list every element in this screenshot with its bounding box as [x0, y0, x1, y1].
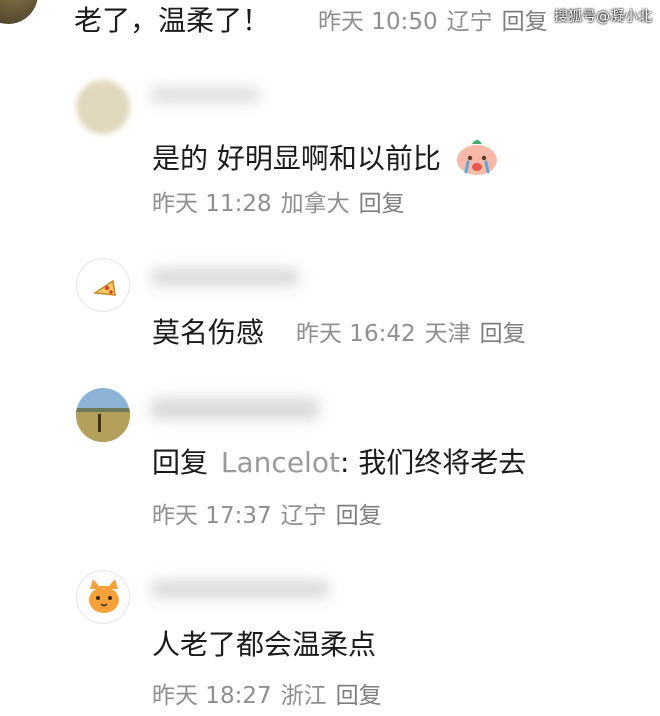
comment-text: 是的 好明显啊和以前比: [152, 136, 500, 184]
username-blurred[interactable]: [150, 580, 330, 598]
reply-button[interactable]: 回复: [480, 321, 526, 347]
comment-location: 辽宁: [280, 503, 327, 529]
avatar[interactable]: [76, 570, 130, 624]
username-blurred[interactable]: [150, 268, 300, 286]
comment-time: 昨天 18:27: [152, 683, 272, 709]
comment-text: 回复 Lancelot: 我们终将老去: [152, 446, 526, 480]
cat-face-icon: [89, 579, 119, 613]
comment-location: 天津: [424, 321, 471, 347]
crying-baby-emoji-icon: [454, 136, 500, 184]
reply-button[interactable]: 回复: [336, 683, 382, 709]
avatar[interactable]: [76, 388, 130, 442]
comment-text-body: : 我们终将老去: [339, 446, 527, 479]
watermark: 搜狐号@凝小北: [554, 9, 652, 25]
username-blurred[interactable]: [150, 88, 260, 102]
comment-text: 莫名伤感: [152, 316, 265, 349]
comment-time: 昨天 16:42: [296, 321, 416, 347]
avatar[interactable]: [76, 258, 130, 312]
reply-prefix: 回复: [152, 446, 209, 479]
comment-text: 老了，温柔了！: [74, 4, 271, 37]
landscape-photo-icon: [76, 388, 130, 442]
comment-meta: 昨天 16:42 天津 回复: [296, 320, 535, 348]
comment-location: 加拿大: [280, 191, 350, 217]
comment-meta: 昨天 18:27 浙江 回复: [152, 682, 391, 710]
pizza-icon: [92, 279, 116, 296]
reply-button[interactable]: 回复: [502, 9, 548, 35]
mention-username[interactable]: Lancelot: [221, 446, 340, 479]
comment-time: 昨天 11:28: [152, 191, 272, 217]
comment-meta: 昨天 17:37 辽宁 回复: [152, 502, 391, 530]
reply-button[interactable]: 回复: [359, 191, 405, 217]
comment-location: 浙江: [280, 683, 327, 709]
avatar[interactable]: [0, 0, 38, 24]
comment-text: 人老了都会温柔点: [152, 628, 377, 661]
comment-meta: 昨天 11:28 加拿大 回复: [152, 190, 414, 218]
comment-text-body: 是的 好明显啊和以前比: [152, 142, 441, 175]
comment-time: 昨天 17:37: [152, 503, 272, 529]
avatar-blurred[interactable]: [76, 80, 130, 134]
comment-meta: 昨天 10:50 辽宁 回复: [318, 8, 557, 36]
comment-time: 昨天 10:50: [318, 9, 438, 35]
username-blurred[interactable]: [150, 398, 320, 420]
reply-button[interactable]: 回复: [336, 503, 382, 529]
comment-location: 辽宁: [446, 9, 493, 35]
